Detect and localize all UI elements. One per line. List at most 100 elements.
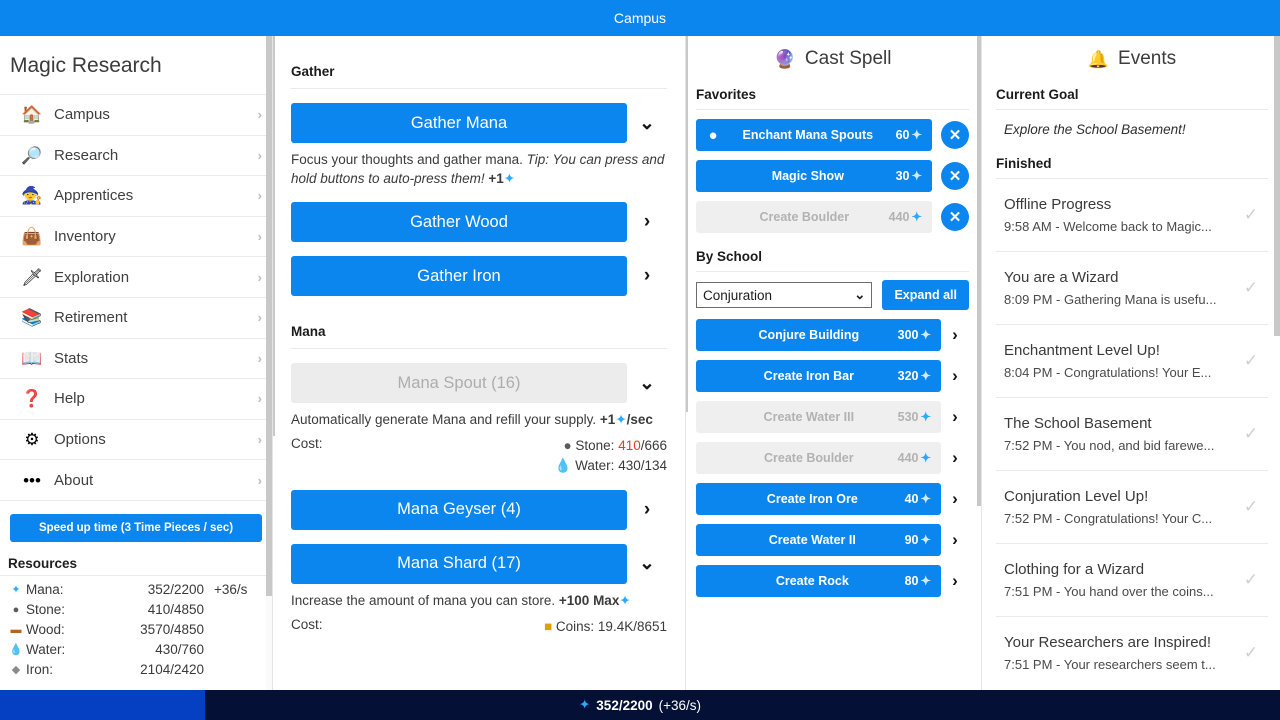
chevron-down-icon[interactable]: ⌄ xyxy=(627,552,667,575)
mana-spout-button[interactable]: Mana Spout (16) xyxy=(291,363,627,404)
cost-line: 💧 Water: 430/134 xyxy=(555,458,667,473)
resource-name: Iron: xyxy=(26,662,54,678)
favorite-spell-button[interactable]: ● Enchant Mana Spouts 60 ✦ xyxy=(696,119,932,151)
spell-button[interactable]: Create Iron Bar 320 ✦ xyxy=(696,360,941,392)
school-filter-row: Conjuration ⌄ Expand all xyxy=(696,280,969,310)
remove-favorite-button[interactable]: ✕ xyxy=(941,203,969,231)
mana-shard-button[interactable]: Mana Shard (17) xyxy=(291,543,627,584)
mana-geyser-button[interactable]: Mana Geyser (4) xyxy=(291,489,627,530)
favorite-spell-button[interactable]: Magic Show 30 ✦ xyxy=(696,160,932,192)
spell-cost: 90 ✦ xyxy=(905,533,931,547)
ellipsis-icon: ••• xyxy=(23,470,41,490)
chevron-right-icon[interactable]: › xyxy=(627,211,667,233)
event-item[interactable]: Your Researchers are Inspired! 7:51 PM - … xyxy=(996,616,1268,689)
chevron-down-icon[interactable]: ⌄ xyxy=(627,372,667,395)
event-item[interactable]: Offline Progress 9:58 AM - Welcome back t… xyxy=(996,178,1268,251)
chevron-right-icon[interactable]: › xyxy=(941,489,969,509)
spell-name: Magic Show xyxy=(771,169,844,183)
spell-cost-value: 40 xyxy=(904,492,919,506)
school-select[interactable]: Conjuration ⌄ xyxy=(696,282,873,308)
mana-shard-row: Mana Shard (17) ⌄ xyxy=(291,543,667,584)
cost-need: /134 xyxy=(640,458,667,474)
gather-wood-button[interactable]: Gather Wood xyxy=(291,202,627,243)
stone-icon: ● xyxy=(563,438,572,454)
gather-mana-button[interactable]: Gather Mana xyxy=(291,103,627,143)
chevron-right-icon[interactable]: › xyxy=(941,407,969,427)
chevron-right-icon[interactable]: › xyxy=(941,448,969,468)
sidebar-item-help[interactable]: ❓ Help › xyxy=(0,379,272,420)
mana-divider xyxy=(291,348,667,350)
chevron-right-icon[interactable]: › xyxy=(941,366,969,386)
sidebar-item-retirement[interactable]: 📚 Retirement › xyxy=(0,298,272,339)
cast-spell-column: 🔮 Cast Spell Favorites ● Enchant Mana Spo… xyxy=(685,36,981,690)
mana-rate: (+36/s) xyxy=(658,697,702,713)
sidebar-item-label: Research xyxy=(54,146,119,164)
spell-name: Create Boulder xyxy=(759,210,850,224)
finished-events-list: Offline Progress 9:58 AM - Welcome back t… xyxy=(996,178,1268,689)
status-bar: ✦ 352/2200 (+36/s) xyxy=(0,690,1280,720)
mana-shard-costs: ■ Coins: 19.4K/8651 xyxy=(544,617,667,637)
favorite-spell-button[interactable]: Create Boulder 440 ✦ xyxy=(696,201,932,233)
events-content: 🔔 Events Current Goal Explore the School… xyxy=(982,36,1280,690)
spell-button[interactable]: Create Boulder 440 ✦ xyxy=(696,442,941,474)
sidebar-item-research[interactable]: 🔎 Research › xyxy=(0,136,272,177)
event-subtitle: 7:52 PM - You nod, and bid farewe... xyxy=(1004,437,1215,453)
mana-geyser-row: Mana Geyser (4) › xyxy=(291,489,667,530)
spell-button[interactable]: Conjure Building 300 ✦ xyxy=(696,319,941,351)
event-title: Conjuration Level Up! xyxy=(1004,488,1149,505)
mana-star-icon: ✦ xyxy=(920,368,931,383)
gather-iron-button[interactable]: Gather Iron xyxy=(291,256,627,297)
events-scrollbar-thumb[interactable] xyxy=(1274,36,1280,336)
events-scrollbar[interactable] xyxy=(1274,36,1280,690)
speed-up-time-button[interactable]: Speed up time (3 Time Pieces / sec) xyxy=(10,513,262,542)
gather-scrollbar-thumb[interactable] xyxy=(273,36,275,436)
chevron-right-icon[interactable]: › xyxy=(941,325,969,345)
event-item[interactable]: You are a Wizard 8:09 PM - Gathering Mana… xyxy=(996,251,1268,324)
sidebar-item-options[interactable]: ⚙ Options › xyxy=(0,420,272,461)
chevron-down-icon[interactable]: ⌄ xyxy=(627,112,667,135)
check-icon: ✓ xyxy=(1243,351,1259,370)
event-title: Clothing for a Wizard xyxy=(1004,561,1145,578)
event-subtitle: 7:51 PM - You hand over the coins... xyxy=(1004,583,1214,599)
sidebar-item-exploration[interactable]: 🗡 Exploration › xyxy=(0,257,272,298)
sidebar-item-campus[interactable]: 🏠 Campus › xyxy=(0,95,272,136)
sidebar-item-apprentices[interactable]: 🧙 Apprentices › xyxy=(0,176,272,217)
spell-button[interactable]: Create Rock 80 ✦ xyxy=(696,565,941,597)
remove-favorite-button[interactable]: ✕ xyxy=(941,121,969,149)
spell-scrollbar-left[interactable] xyxy=(686,36,688,690)
expand-all-button[interactable]: Expand all xyxy=(882,280,969,310)
mana-star-icon: ✦ xyxy=(911,209,922,224)
sidebar-item-stats[interactable]: 📖 Stats › xyxy=(0,339,272,380)
spell-button[interactable]: Create Water II 90 ✦ xyxy=(696,524,941,556)
spell-cost-value: 530 xyxy=(897,410,919,424)
spell-button[interactable]: Create Water III 530 ✦ xyxy=(696,401,941,433)
window-title: Campus xyxy=(613,10,667,26)
chevron-right-icon[interactable]: › xyxy=(941,571,969,591)
remove-favorite-button[interactable]: ✕ xyxy=(941,162,969,190)
event-item[interactable]: Enchantment Level Up! 8:04 PM - Congratul… xyxy=(996,324,1268,397)
chevron-right-icon: › xyxy=(257,188,262,204)
event-item[interactable]: Clothing for a Wizard 7:51 PM - You hand … xyxy=(996,543,1268,616)
cost-have: 430 xyxy=(618,458,641,474)
event-text: Enchantment Level Up! 8:04 PM - Congratul… xyxy=(1004,340,1234,382)
cost-have: 410 xyxy=(618,438,641,454)
cast-spell-header: 🔮 Cast Spell xyxy=(696,36,969,84)
spell-scrollbar-left-thumb[interactable] xyxy=(686,36,688,412)
gather-mana-row: Gather Mana ⌄ xyxy=(291,103,667,143)
gather-wood-row: Gather Wood › xyxy=(291,202,667,243)
chevron-right-icon[interactable]: › xyxy=(941,530,969,550)
event-item[interactable]: Conjuration Level Up! 7:52 PM - Congratul… xyxy=(996,470,1268,543)
spell-name: Create Water III xyxy=(763,410,855,424)
gather-scrollbar[interactable] xyxy=(273,36,275,690)
event-title: Offline Progress xyxy=(1004,196,1112,213)
chevron-right-icon[interactable]: › xyxy=(627,265,667,287)
spell-button[interactable]: Create Iron Ore 40 ✦ xyxy=(696,483,941,515)
mana-section-title: Mana xyxy=(291,324,326,340)
resource-row: ✦ Mana: 352/2200 +36/s xyxy=(8,580,264,600)
spell-row: Create Iron Ore 40 ✦ › xyxy=(696,483,969,515)
resource-value: 430/760 xyxy=(155,642,204,658)
event-item[interactable]: The School Basement 7:52 PM - You nod, an… xyxy=(996,397,1268,470)
chevron-right-icon[interactable]: › xyxy=(627,499,667,521)
sidebar-item-inventory[interactable]: 👜 Inventory › xyxy=(0,217,272,258)
sidebar-item-about[interactable]: ••• About › xyxy=(0,460,272,501)
